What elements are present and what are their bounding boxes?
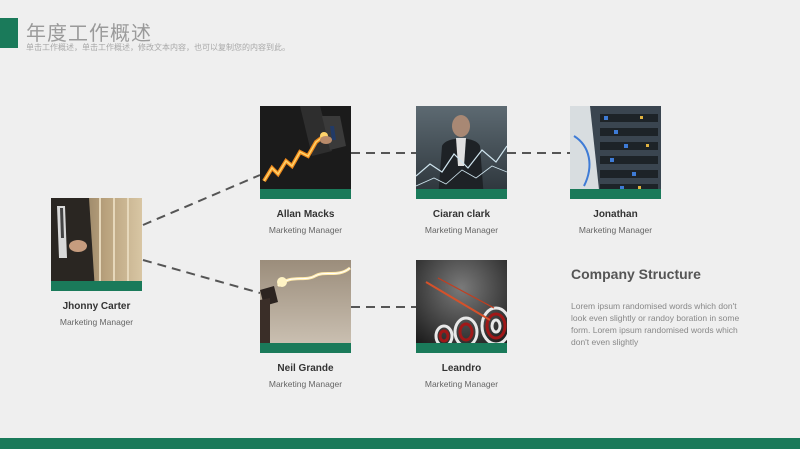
thinking-businessman-photo-icon — [416, 106, 507, 199]
photo-accent-band — [570, 189, 661, 199]
company-structure-description: Lorem ipsum randomised words which don't… — [571, 301, 740, 347]
person-role: Marketing Manager — [59, 317, 134, 327]
profile-card-allan-macks[interactable]: Allan Macks Marketing Manager — [260, 106, 351, 235]
profile-photo — [416, 260, 507, 353]
person-role: Marketing Manager — [268, 225, 343, 235]
photo-accent-band — [416, 343, 507, 353]
profile-card-leandro[interactable]: Leandro Marketing Manager — [416, 260, 507, 389]
profile-card-ciaran-clark[interactable]: Ciaran clark Marketing Manager — [416, 106, 507, 235]
profile-photo — [416, 106, 507, 199]
person-name: Allan Macks — [276, 209, 335, 220]
profile-photo — [51, 198, 142, 291]
profile-card-jonathan[interactable]: Jonathan Marketing Manager — [570, 106, 661, 235]
profile-photo — [260, 106, 351, 199]
person-name: Leandro — [441, 363, 482, 374]
photo-accent-band — [260, 343, 351, 353]
darts-target-photo-icon — [416, 260, 507, 353]
photo-accent-band — [416, 189, 507, 199]
person-name: Jonathan — [593, 209, 638, 220]
sparkler-photo-icon — [260, 260, 351, 353]
connector-carter-macks — [142, 174, 261, 226]
person-name: Ciaran clark — [432, 209, 491, 220]
photo-accent-band — [260, 189, 351, 199]
person-role: Marketing Manager — [268, 379, 343, 389]
person-role: Marketing Manager — [424, 379, 499, 389]
profile-photo — [570, 106, 661, 199]
profile-card-jhonny-carter[interactable]: Jhonny Carter Marketing Manager — [51, 198, 142, 327]
connector-carter-grande — [142, 259, 261, 294]
photo-accent-band — [51, 281, 142, 291]
profile-photo — [260, 260, 351, 353]
businessman-photo-icon — [51, 198, 142, 291]
person-role: Marketing Manager — [578, 225, 653, 235]
company-structure-heading: Company Structure — [571, 266, 701, 282]
person-role: Marketing Manager — [424, 225, 499, 235]
profile-card-neil-grande[interactable]: Neil Grande Marketing Manager — [260, 260, 351, 389]
growth-graph-photo-icon — [260, 106, 351, 199]
server-rack-photo-icon — [570, 106, 661, 199]
person-name: Jhonny Carter — [62, 301, 131, 312]
person-name: Neil Grande — [277, 363, 334, 374]
footer-accent-bar — [0, 438, 800, 449]
